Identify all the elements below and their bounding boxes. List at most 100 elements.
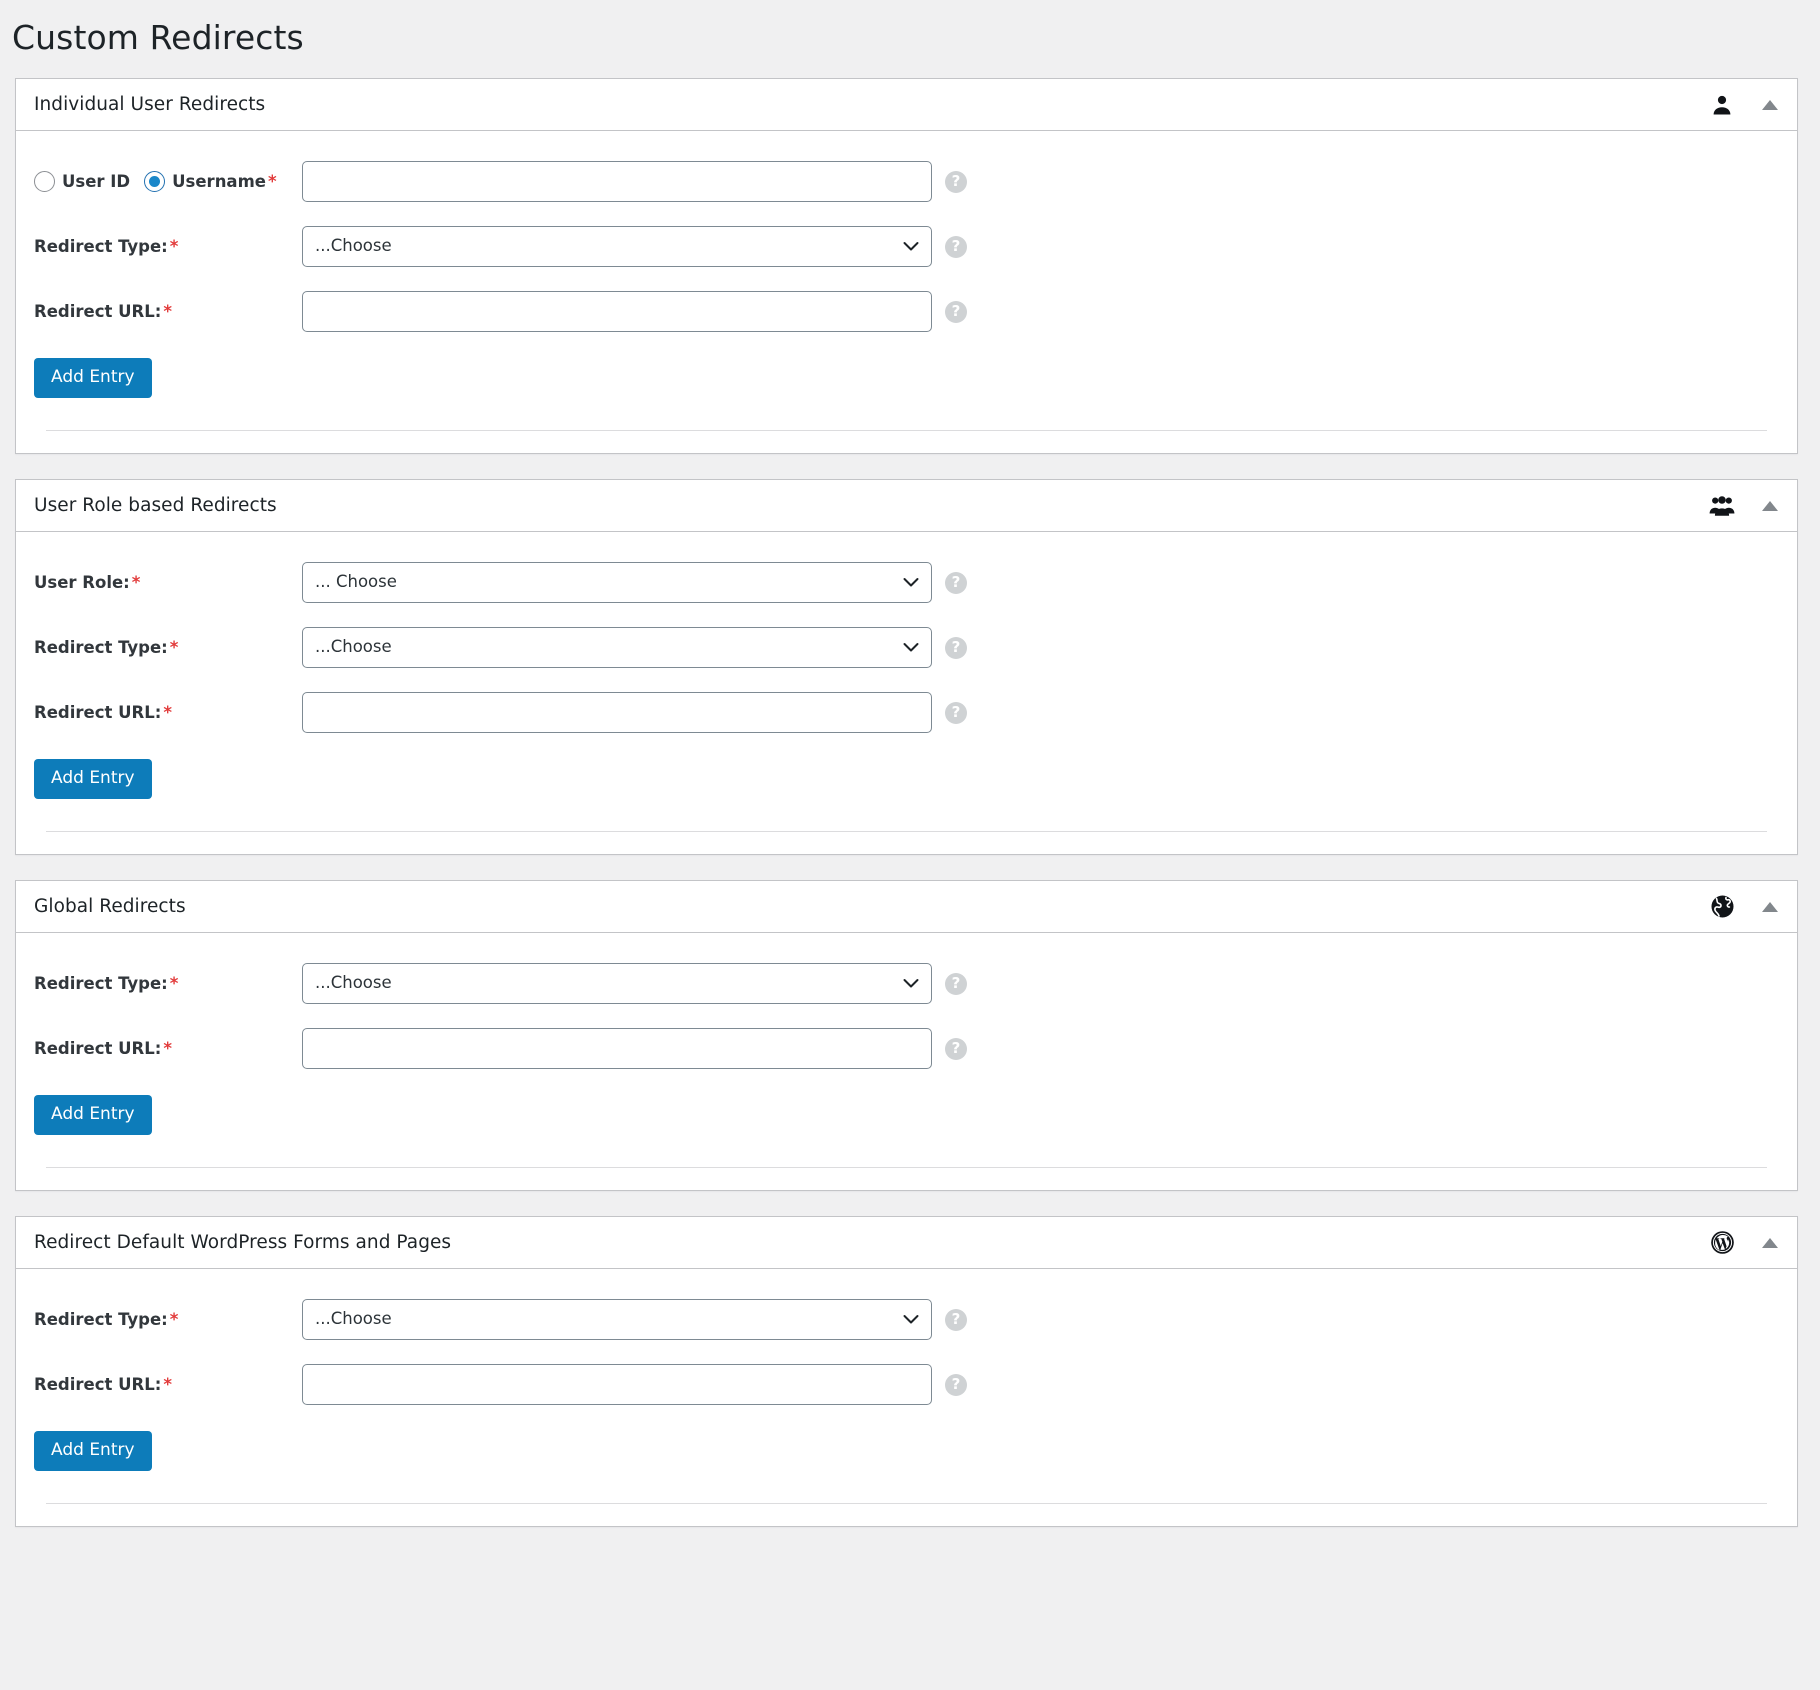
redirect-url-input[interactable] [302,1364,932,1406]
radio-label-username: Username [172,172,266,192]
required-asterisk: * [169,638,179,658]
panel-footer-space [34,832,1779,854]
radio-user-id[interactable] [34,171,55,193]
custom-redirects-page: Custom Redirects Individual User Redirec… [0,0,1820,1528]
label-redirect-url: Redirect URL: * [34,301,302,322]
panel-body: Redirect Type: * ...Choose ? Redirect URL… [16,1269,1797,1526]
select-value: ... Choose [315,572,397,591]
required-asterisk: * [163,302,172,322]
label-text: Redirect URL: [34,1375,162,1395]
required-asterisk: * [163,1039,172,1059]
label-redirect-url: Redirect URL: * [34,702,302,723]
panel-header: User Role based Redirects [16,480,1797,533]
form-row-submit: Add Entry [34,757,1779,800]
label-redirect-type: Redirect Type: * [34,236,302,257]
panel-header: Redirect Default WordPress Forms and Pag… [16,1217,1797,1270]
control-wrap: ...Choose ? [302,226,967,268]
panel-footer-space [34,431,1779,453]
label-redirect-url: Redirect URL: * [34,1374,302,1395]
single-user-icon [1709,92,1735,118]
panel-body: Redirect Type: * ...Choose ? Redirect URL… [16,933,1797,1190]
form-row-user-identifier: User ID Username * ? [34,161,1779,203]
panel-header-icons [1709,1230,1783,1256]
label-redirect-type: Redirect Type: * [34,1309,302,1330]
panel-header-icons [1709,92,1783,118]
help-icon[interactable]: ? [945,701,967,724]
help-icon[interactable]: ? [945,235,967,258]
redirect-type-select[interactable]: ...Choose [302,627,932,669]
required-asterisk: * [169,237,179,257]
collapse-arrow-up-icon[interactable] [1757,493,1783,519]
label-text: Redirect Type: [34,638,168,658]
redirect-type-select[interactable]: ...Choose [302,963,932,1005]
collapse-arrow-up-icon[interactable] [1757,92,1783,118]
required-asterisk: * [169,974,179,994]
add-entry-button[interactable]: Add Entry [34,358,152,399]
radio-item-user-id[interactable]: User ID [34,171,131,193]
control-wrap: ? [302,692,967,734]
label-text: Redirect URL: [34,1039,162,1059]
page-title: Custom Redirects [12,18,304,57]
help-icon[interactable]: ? [945,636,967,659]
panel-body: User Role: * ... Choose ? Redirect Type: * [16,532,1797,854]
required-asterisk: * [169,1310,179,1330]
panel-footer-space [34,1168,1779,1190]
label-text: Redirect Type: [34,237,168,257]
username-input[interactable] [302,161,932,203]
panel-title: Individual User Redirects [34,93,266,115]
panel-title: User Role based Redirects [34,494,277,516]
panel-individual-user-redirects: Individual User Redirects User ID Userna… [15,78,1798,455]
control-wrap: ...Choose ? [302,627,967,669]
panel-global-redirects: Global Redirects Redirect Type: * ...Cho… [15,880,1798,1192]
globe-icon [1709,894,1735,920]
control-wrap: ...Choose ? [302,1299,967,1341]
form-row-redirect-type: Redirect Type: * ...Choose ? [34,627,1779,669]
label-redirect-type: Redirect Type: * [34,973,302,994]
panel-header: Individual User Redirects [16,79,1797,132]
form-row-redirect-url: Redirect URL: * ? [34,692,1779,734]
panel-title: Redirect Default WordPress Forms and Pag… [34,1231,452,1253]
user-role-select[interactable]: ... Choose [302,562,932,604]
form-row-redirect-url: Redirect URL: * ? [34,1364,1779,1406]
control-wrap: ? [302,291,967,333]
panel-title: Global Redirects [34,895,186,917]
help-icon[interactable]: ? [945,1373,967,1396]
radio-item-username[interactable]: Username * [144,171,277,193]
help-icon[interactable]: ? [945,571,967,594]
add-entry-button[interactable]: Add Entry [34,759,152,800]
user-identifier-radio-group: User ID Username * [34,171,302,193]
collapse-arrow-up-icon[interactable] [1757,894,1783,920]
form-row-redirect-type: Redirect Type: * ...Choose ? [34,963,1779,1005]
form-row-redirect-type: Redirect Type: * ...Choose ? [34,226,1779,268]
redirect-url-input[interactable] [302,692,932,734]
redirect-type-select[interactable]: ...Choose [302,226,932,268]
help-icon[interactable]: ? [945,1037,967,1060]
control-wrap: ? [302,1028,967,1070]
collapse-arrow-up-icon[interactable] [1757,1230,1783,1256]
panel-header-icons [1709,894,1783,920]
required-asterisk: * [163,703,172,723]
help-icon[interactable]: ? [945,1308,967,1331]
control-wrap: ? [302,1364,967,1406]
help-icon[interactable]: ? [945,300,967,323]
add-entry-button[interactable]: Add Entry [34,1095,152,1136]
help-icon[interactable]: ? [945,972,967,995]
label-user-role: User Role: * [34,572,302,593]
panel-header: Global Redirects [16,881,1797,934]
form-row-submit: Add Entry [34,1093,1779,1136]
chevron-down-icon [903,642,919,653]
chevron-down-icon [903,241,919,252]
help-icon[interactable]: ? [945,170,967,193]
redirect-type-select[interactable]: ...Choose [302,1299,932,1341]
panel-footer-space [34,1504,1779,1526]
radio-username[interactable] [144,171,166,193]
chevron-down-icon [903,978,919,989]
redirect-url-input[interactable] [302,291,932,333]
form-row-redirect-type: Redirect Type: * ...Choose ? [34,1299,1779,1341]
label-text: Redirect URL: [34,703,162,723]
form-row-user-role: User Role: * ... Choose ? [34,562,1779,604]
panel-header-icons [1709,493,1783,519]
add-entry-button[interactable]: Add Entry [34,1431,152,1472]
redirect-url-input[interactable] [302,1028,932,1070]
radio-label-user-id: User ID [62,172,131,192]
